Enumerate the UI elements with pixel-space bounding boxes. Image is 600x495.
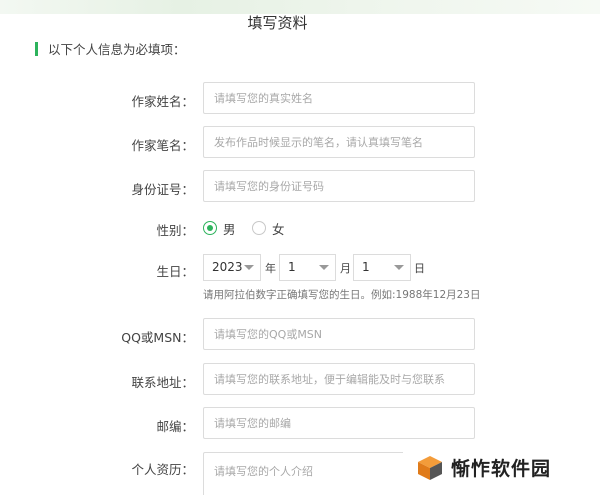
id-number-input[interactable] <box>203 170 475 202</box>
radio-checked-icon <box>203 221 217 235</box>
birthday-hint: 请用阿拉伯数字正确填写您的生日。例如:1988年12月23日 <box>203 289 481 301</box>
radio-unchecked-icon <box>252 221 266 235</box>
real-name-input[interactable] <box>203 82 475 114</box>
gender-radio-male[interactable]: 男 <box>203 219 236 237</box>
birth-month-value: 1 <box>288 260 296 274</box>
postcode-label: 邮编： <box>156 419 194 434</box>
birth-day-value: 1 <box>362 260 370 274</box>
section-header: 以下个人信息为必填项： <box>35 40 186 57</box>
birth-year-value: 2023 <box>212 260 243 274</box>
watermark-text: 惭怍软件园 <box>451 458 552 480</box>
pen-name-label: 作家笔名： <box>131 138 194 153</box>
chevron-down-icon <box>244 265 254 270</box>
birth-year-select[interactable]: 2023 <box>203 254 261 281</box>
section-accent-bar <box>35 41 38 56</box>
birthday-label: 生日： <box>156 264 194 279</box>
day-unit: 日 <box>414 262 425 275</box>
orange-cube-logo-icon <box>418 455 442 480</box>
resume-label: 个人资历： <box>131 462 194 477</box>
chevron-down-icon <box>394 265 404 270</box>
address-label: 联系地址： <box>131 375 194 390</box>
birth-month-select[interactable]: 1 <box>279 254 336 281</box>
chevron-down-icon <box>319 265 329 270</box>
qq-msn-input[interactable] <box>203 318 475 350</box>
postcode-input[interactable] <box>203 407 475 439</box>
qq-msn-label: QQ或MSN： <box>121 330 194 345</box>
id-number-label: 身份证号： <box>131 182 194 197</box>
year-unit: 年 <box>265 262 276 275</box>
birth-day-select[interactable]: 1 <box>353 254 411 281</box>
month-unit: 月 <box>340 262 351 275</box>
page-title: 填写资料 <box>247 14 308 32</box>
gender-radio-female[interactable]: 女 <box>252 219 285 237</box>
gender-label: 性别： <box>156 223 194 238</box>
gender-option-label: 女 <box>272 221 285 237</box>
section-title: 以下个人信息为必填项： <box>48 42 186 57</box>
gender-option-label: 男 <box>223 221 236 237</box>
watermark: 惭怍软件园 <box>403 440 600 495</box>
pen-name-input[interactable] <box>203 126 475 158</box>
address-input[interactable] <box>203 363 475 395</box>
real-name-label: 作家姓名： <box>131 94 194 109</box>
